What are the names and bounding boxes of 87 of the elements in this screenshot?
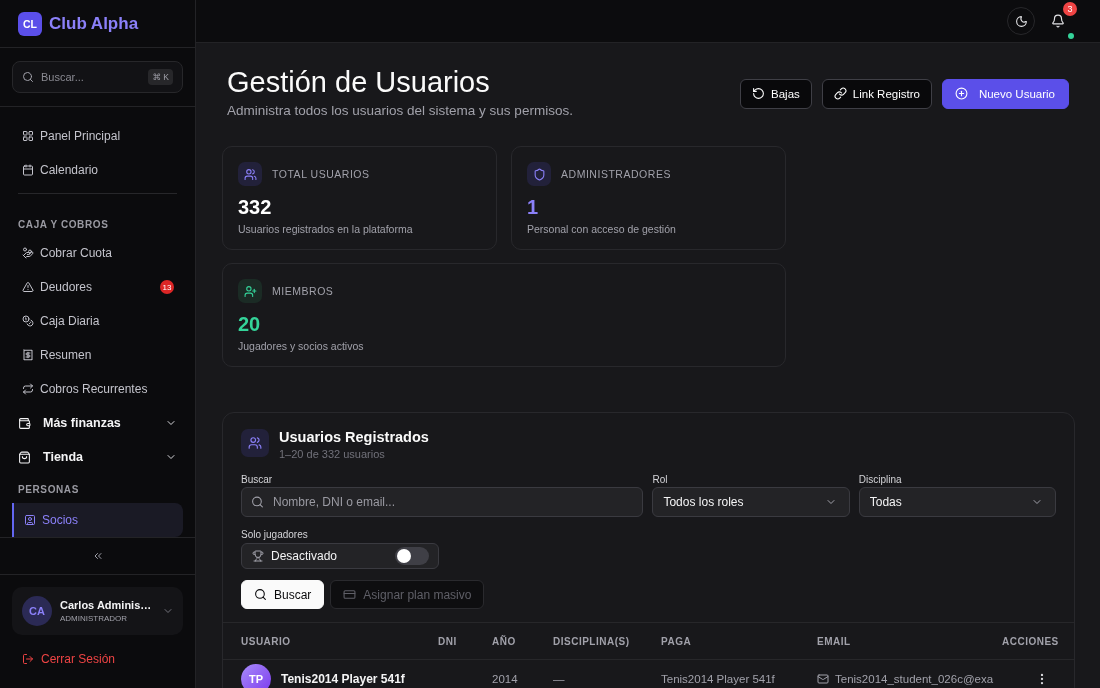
nav-item[interactable]: Cobrar Cuota xyxy=(12,236,183,270)
mail-icon xyxy=(817,673,829,685)
field-label: Rol xyxy=(652,473,668,486)
stat-value: 1 xyxy=(527,195,539,219)
column-header: DISCIPLINA(S) xyxy=(553,635,630,647)
section-heading: CAJA Y COBROS xyxy=(17,219,110,231)
user-square-icon xyxy=(24,514,36,526)
user-plus-icon xyxy=(238,279,262,303)
toggle-switch[interactable] xyxy=(395,547,429,565)
hand-coins-icon xyxy=(22,247,34,259)
column-header: DNI xyxy=(438,635,457,647)
stat-label: MIEMBROS xyxy=(272,285,334,297)
nav-item[interactable]: Cobros Recurrentes xyxy=(12,372,183,406)
user-card[interactable]: CA Carlos Adminis… ADMINISTRADOR xyxy=(12,587,183,635)
table-cell: Tenis2014 Player 541f xyxy=(661,673,775,685)
table-cell: 2014 xyxy=(492,673,518,685)
stat-caption: Jugadores y socios activos xyxy=(238,340,364,352)
stat-value: 20 xyxy=(238,312,261,336)
wallet-icon xyxy=(18,416,31,430)
warning-icon xyxy=(22,281,34,293)
role-select[interactable]: Todos los roles xyxy=(652,487,850,517)
app-name: Club Alpha xyxy=(49,13,139,34)
stat-caption: Personal con acceso de gestión xyxy=(527,223,676,235)
logout-icon xyxy=(22,653,34,665)
user-role: ADMINISTRADOR xyxy=(60,614,128,624)
field-label: Solo jugadores xyxy=(241,528,308,541)
stat-label: TOTAL USUARIOS xyxy=(272,168,370,180)
page-title: Gestión de Usuarios xyxy=(227,65,490,100)
column-header: PAGA xyxy=(661,635,692,647)
logout-button[interactable]: Cerrar Sesión xyxy=(12,647,126,671)
search-icon xyxy=(251,495,264,509)
search-button[interactable]: Buscar xyxy=(241,580,325,609)
field-label: Buscar xyxy=(241,473,273,486)
column-header: EMAIL xyxy=(817,635,851,647)
nav-item[interactable]: Socios xyxy=(12,503,183,537)
column-header: USUARIO xyxy=(241,635,291,647)
calendar-icon xyxy=(22,164,34,176)
panel-title: Usuarios Registrados xyxy=(279,429,429,445)
dollar-square-icon xyxy=(22,349,34,361)
stat-label: ADMINISTRADORES xyxy=(561,168,671,180)
search-icon xyxy=(22,71,34,83)
stat-caption: Usuarios registrados en la plataforma xyxy=(238,223,413,235)
users-icon xyxy=(238,162,262,186)
section-heading: PERSONAS xyxy=(17,484,80,496)
user-name: Tenis2014 Player 541f xyxy=(281,672,405,686)
column-header: AÑO xyxy=(492,635,516,647)
credit-card-icon xyxy=(343,588,357,601)
rotate-ccw-icon xyxy=(752,87,765,100)
panel-subtitle: 1–20 de 332 usuarios xyxy=(279,447,385,461)
trophy-icon xyxy=(252,550,264,562)
repeat-arrows-icon xyxy=(22,383,34,395)
field-label: Disciplina xyxy=(858,473,902,486)
logo-mark: CL xyxy=(18,11,42,36)
search-icon xyxy=(254,588,267,601)
nav-group[interactable]: Más finanzas xyxy=(12,406,183,440)
page-subtitle: Administra todos los usuarios del sistema y sus permisos. xyxy=(227,103,573,119)
grid-icon xyxy=(22,130,34,142)
shortcut-key: ⌘ K xyxy=(148,69,173,85)
nav-item[interactable]: Caja Diaria xyxy=(12,304,183,338)
search-input[interactable]: Nombre, DNI o email... xyxy=(241,487,644,517)
user-name: Carlos Adminis… xyxy=(60,598,152,612)
shield-icon xyxy=(527,162,551,186)
table-cell: Tenis2014_student_026c@exa xyxy=(835,673,994,685)
notification-count: 3 xyxy=(1063,2,1077,16)
header-button[interactable]: Link Registro xyxy=(821,78,932,109)
link-icon xyxy=(833,87,847,100)
nav-item[interactable]: Panel Principal xyxy=(12,119,183,153)
column-header: ACCIONES xyxy=(1002,635,1059,647)
nav-group[interactable]: Tienda xyxy=(12,440,183,474)
user-avatar: CA xyxy=(22,596,52,626)
nav-item[interactable]: Resumen xyxy=(12,338,183,372)
count-badge: 13 xyxy=(160,280,174,294)
nav-item[interactable]: Deudores 13 xyxy=(12,270,183,304)
table-cell: — xyxy=(553,673,565,685)
discipline-select[interactable]: Todas xyxy=(858,487,1056,517)
coins-icon xyxy=(22,315,34,327)
header-button[interactable]: Nuevo Usuario xyxy=(941,78,1069,109)
toggle-text: Desactivado xyxy=(271,549,339,563)
nav-item[interactable]: Calendario xyxy=(12,153,183,187)
header-button[interactable]: Bajas xyxy=(740,78,812,109)
users-icon xyxy=(241,429,269,457)
bell-icon xyxy=(1051,14,1065,28)
shopping-bag-icon xyxy=(18,450,31,464)
stat-value: 332 xyxy=(238,195,272,219)
moon-icon xyxy=(1014,14,1028,28)
user-avatar: TP xyxy=(241,664,271,688)
plus-circle-icon xyxy=(954,87,968,100)
